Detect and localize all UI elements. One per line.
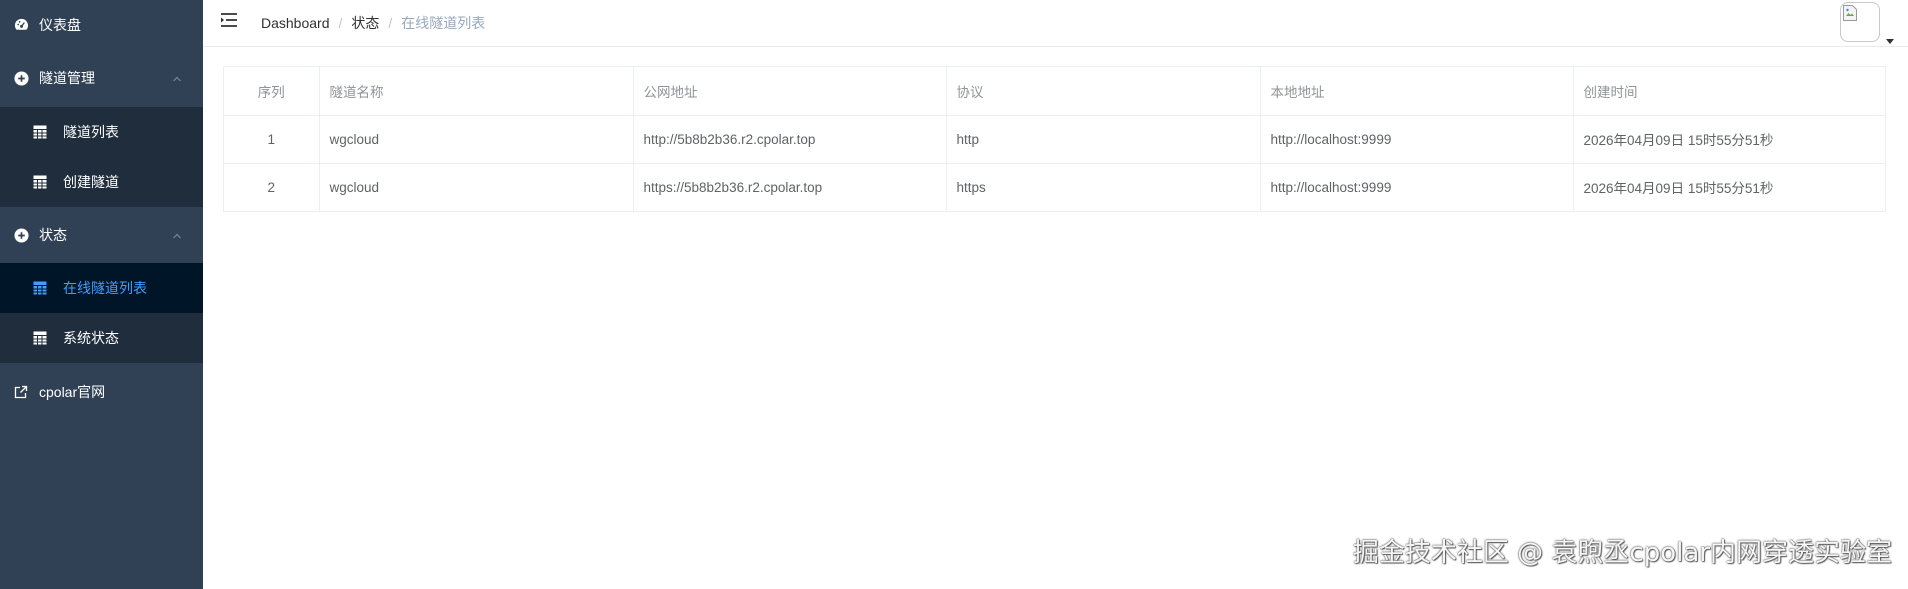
column-header-public-url: 公网地址 <box>633 67 947 116</box>
chevron-up-icon <box>171 72 183 84</box>
menu-label-cpolar-official-site: cpolar官网 <box>39 384 106 400</box>
online-tunnel-table: 序列 隧道名称 公网地址 协议 本地地址 创建时间 1 wgcloud http… <box>223 66 1886 212</box>
caret-down-icon[interactable] <box>1886 31 1894 44</box>
cell-tunnel-name: wgcloud <box>319 115 634 164</box>
plus-circle-icon <box>13 70 29 86</box>
chevron-up-icon <box>171 229 183 241</box>
column-header-index: 序列 <box>224 67 320 116</box>
breadcrumb-separator: / <box>338 15 343 31</box>
breadcrumb-item-status[interactable]: 状态 <box>351 13 379 33</box>
column-header-local-address: 本地地址 <box>1260 67 1574 116</box>
cell-index: 2 <box>224 163 320 211</box>
hamburger-icon[interactable] <box>220 12 238 28</box>
column-header-protocol: 协议 <box>946 67 1261 116</box>
menu-item-dashboard[interactable]: 仪表盘 <box>0 0 203 49</box>
submenu-status: 在线隧道列表 系统状态 <box>0 263 203 363</box>
breadcrumb-item-dashboard[interactable]: Dashboard <box>261 15 330 31</box>
avatar[interactable] <box>1840 2 1880 42</box>
breadcrumb-item-current: 在线隧道列表 <box>401 15 486 31</box>
menu-item-status[interactable]: 状态 <box>0 207 203 263</box>
sidebar-item-system-status[interactable]: 系统状态 <box>0 313 203 363</box>
cell-created-time: 2026年04月09日 15时55分51秒 <box>1573 115 1885 164</box>
broken-image-icon <box>1843 5 1857 21</box>
cell-created-time: 2026年04月09日 15时55分51秒 <box>1583 181 1774 197</box>
cell-tunnel-name: wgcloud <box>319 163 634 211</box>
table-icon <box>33 331 47 345</box>
cell-protocol: https <box>946 163 1261 211</box>
sidebar-item-create-tunnel[interactable]: 创建隧道 <box>0 157 203 207</box>
column-header-tunnel-name: 隧道名称 <box>319 67 634 116</box>
menu-label-status: 状态 <box>39 227 67 243</box>
submenu-tunnel-management: 隧道列表 创建隧道 <box>0 107 203 207</box>
table-row: 1 wgcloud http://5b8b2b36.r2.cpolar.top … <box>224 115 1885 164</box>
sidebar-label-create-tunnel: 创建隧道 <box>63 174 119 190</box>
sidebar-item-online-tunnels[interactable]: 在线隧道列表 <box>0 263 203 313</box>
cell-index: 1 <box>224 115 320 164</box>
user-menu[interactable] <box>1840 2 1894 44</box>
table-icon <box>33 125 47 139</box>
navbar: Dashboard / 状态 / 在线隧道列表 <box>203 0 1908 47</box>
menu-item-tunnel-management[interactable]: 隧道管理 <box>0 49 203 107</box>
table-icon <box>33 175 47 189</box>
cell-public-url: https://5b8b2b36.r2.cpolar.top <box>633 163 947 211</box>
column-header-created-time: 创建时间 <box>1573 67 1885 116</box>
breadcrumb: Dashboard / 状态 / 在线隧道列表 <box>261 13 485 33</box>
external-link-icon <box>13 384 29 400</box>
breadcrumb-separator: / <box>388 15 393 31</box>
table-icon <box>33 281 47 295</box>
table-row: 2 wgcloud https://5b8b2b36.r2.cpolar.top… <box>224 163 1885 211</box>
dashboard-icon <box>13 17 29 33</box>
sidebar-label-system-status: 系统状态 <box>63 330 119 346</box>
menu-label-dashboard: 仪表盘 <box>39 16 81 33</box>
cell-public-url: http://5b8b2b36.r2.cpolar.top <box>633 115 947 164</box>
cell-protocol: http <box>946 115 1261 164</box>
cell-local-address: http://localhost:9999 <box>1260 115 1574 164</box>
menu-label-tunnel-management: 隧道管理 <box>39 70 95 86</box>
cell-local-address: http://localhost:9999 <box>1260 163 1574 211</box>
plus-circle-icon <box>13 227 29 243</box>
sidebar: 仪表盘 隧道管理 隧道列表 创建隧道 状态 在线隧道列表 系统状态 cpolar… <box>0 0 203 589</box>
watermark: 掘金技术社区 @ 袁煦丞cpolar内网穿透实验室 <box>1352 538 1892 568</box>
sidebar-item-tunnel-list[interactable]: 隧道列表 <box>0 107 203 157</box>
sidebar-label-tunnel-list: 隧道列表 <box>63 124 119 140</box>
sidebar-label-online-tunnels: 在线隧道列表 <box>63 280 147 296</box>
menu-item-cpolar-official-site[interactable]: cpolar官网 <box>0 363 203 421</box>
table-header-row: 序列 隧道名称 公网地址 协议 本地地址 创建时间 <box>224 67 1885 116</box>
